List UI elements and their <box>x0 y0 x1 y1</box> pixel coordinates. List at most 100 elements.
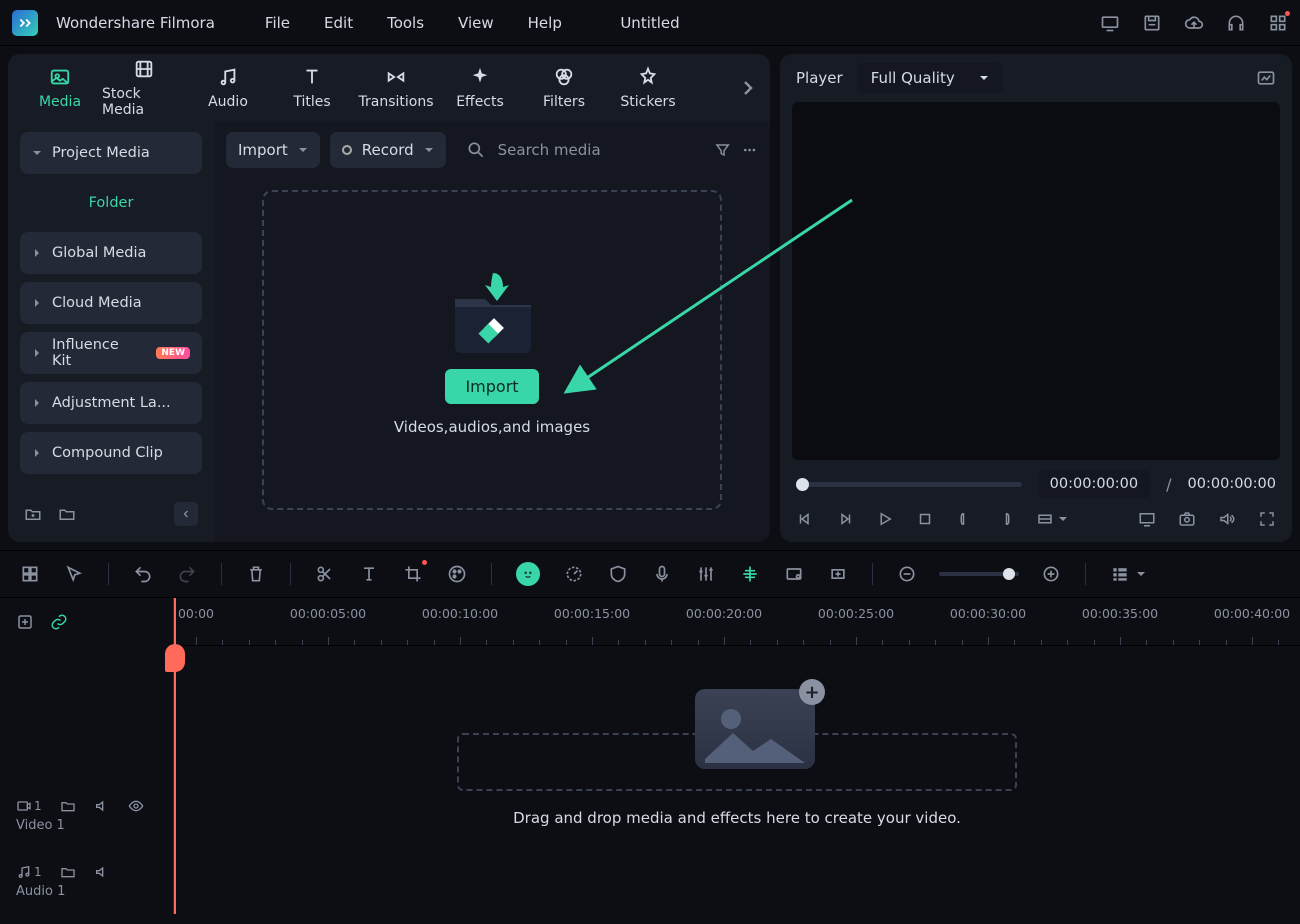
mic-icon[interactable] <box>652 564 672 584</box>
volume-icon[interactable] <box>1218 510 1236 528</box>
zoom-slider[interactable] <box>939 572 1019 576</box>
total-timecode: 00:00:00:00 <box>1188 476 1276 492</box>
delete-icon[interactable] <box>246 564 266 584</box>
import-dropdown[interactable]: Import <box>226 132 320 168</box>
tabs-more-icon[interactable] <box>736 76 760 100</box>
track-view-caret-icon[interactable] <box>1136 569 1146 579</box>
tab-stock-media[interactable]: Stock Media <box>102 58 186 118</box>
split-icon[interactable] <box>315 564 335 584</box>
sidebar-item-project-media[interactable]: Project Media <box>20 132 202 174</box>
library-tabs: Media Stock Media Audio Titles Transitio… <box>8 54 770 122</box>
headphones-icon[interactable] <box>1226 13 1246 33</box>
play-icon[interactable] <box>876 510 894 528</box>
menu-edit[interactable]: Edit <box>324 14 353 32</box>
current-timecode: 00:00:00:00 <box>1038 470 1150 498</box>
search-icon[interactable] <box>466 140 486 160</box>
display-settings-icon[interactable] <box>1256 68 1276 88</box>
folder-icon[interactable] <box>58 505 76 523</box>
shield-icon[interactable] <box>608 564 628 584</box>
display-icon[interactable] <box>1100 13 1120 33</box>
tab-effects[interactable]: Effects <box>438 66 522 110</box>
tab-titles[interactable]: Titles <box>270 66 354 110</box>
quality-dropdown[interactable]: Full Quality <box>857 63 1003 93</box>
render-icon[interactable] <box>784 564 804 584</box>
menu-view[interactable]: View <box>458 14 494 32</box>
track-view-icon[interactable] <box>1110 564 1130 584</box>
layout-icon[interactable] <box>20 564 40 584</box>
next-frame-icon[interactable] <box>836 510 854 528</box>
aspect-icon[interactable] <box>1036 510 1054 528</box>
player-viewport[interactable] <box>792 102 1280 460</box>
crop-icon[interactable] <box>403 564 423 584</box>
player-label: Player <box>796 69 843 87</box>
tab-audio[interactable]: Audio <box>186 66 270 110</box>
sidebar-item-influence-kit[interactable]: Influence Kit NEW <box>20 332 202 374</box>
undo-icon[interactable] <box>133 564 153 584</box>
link-icon[interactable] <box>50 613 68 631</box>
record-dropdown[interactable]: Record <box>330 132 446 168</box>
track-visible-icon[interactable] <box>128 798 144 814</box>
media-toolbar: Import Record <box>226 132 758 168</box>
timeline-canvas[interactable]: Drag and drop media and effects here to … <box>174 646 1300 914</box>
tab-transitions[interactable]: Transitions <box>354 66 438 110</box>
speed-icon[interactable] <box>564 564 584 584</box>
playhead[interactable] <box>174 598 176 914</box>
import-button[interactable]: Import <box>445 369 538 404</box>
menu-help[interactable]: Help <box>528 14 562 32</box>
keyframe-icon[interactable] <box>828 564 848 584</box>
cloud-upload-icon[interactable] <box>1184 13 1204 33</box>
monitor-icon[interactable] <box>1138 510 1156 528</box>
collapse-sidebar-icon[interactable] <box>174 502 198 526</box>
zoom-in-icon[interactable] <box>1041 564 1061 584</box>
filter-icon[interactable] <box>714 140 731 160</box>
ruler-header <box>0 598 174 646</box>
text-icon[interactable] <box>359 564 379 584</box>
stop-icon[interactable] <box>916 510 934 528</box>
snapshot-icon[interactable] <box>1178 510 1196 528</box>
timeline-toolbar <box>0 550 1300 598</box>
apps-icon[interactable] <box>1268 13 1288 33</box>
save-icon[interactable] <box>1142 13 1162 33</box>
sidebar-item-global-media[interactable]: Global Media <box>20 232 202 274</box>
import-drop-zone[interactable]: Import Videos,audios,and images <box>262 190 722 510</box>
seek-slider[interactable] <box>796 482 1022 487</box>
search-field <box>456 140 704 160</box>
sidebar-item-cloud-media[interactable]: Cloud Media <box>20 282 202 324</box>
fullscreen-icon[interactable] <box>1258 510 1276 528</box>
redo-icon[interactable] <box>177 564 197 584</box>
record-icon <box>342 145 352 155</box>
player-panel: Player Full Quality 00:00:00:00 / 00:00:… <box>780 54 1292 542</box>
track-lock-icon[interactable] <box>60 864 76 880</box>
track-lock-icon[interactable] <box>60 798 76 814</box>
mark-out-icon[interactable] <box>996 510 1014 528</box>
ai-assistant-icon[interactable] <box>516 562 540 586</box>
tab-filters[interactable]: Filters <box>522 66 606 110</box>
media-placeholder-icon[interactable] <box>695 689 815 769</box>
add-track-icon[interactable] <box>16 613 34 631</box>
time-ruler[interactable]: 00:0000:00:05:0000:00:10:0000:00:15:0000… <box>174 598 1300 646</box>
more-icon[interactable] <box>741 140 758 160</box>
zoom-out-icon[interactable] <box>897 564 917 584</box>
mixer-icon[interactable] <box>696 564 716 584</box>
tab-media[interactable]: Media <box>18 66 102 110</box>
tab-stickers[interactable]: Stickers <box>606 66 690 110</box>
mark-in-icon[interactable] <box>956 510 974 528</box>
app-name: Wondershare Filmora <box>56 14 215 32</box>
prev-frame-icon[interactable] <box>796 510 814 528</box>
search-input[interactable] <box>496 140 694 160</box>
sidebar-item-adjustment-layer[interactable]: Adjustment La... <box>20 382 202 424</box>
menu-tools[interactable]: Tools <box>387 14 424 32</box>
menu-file[interactable]: File <box>265 14 290 32</box>
track-mute-icon[interactable] <box>94 798 110 814</box>
sidebar-item-compound-clip[interactable]: Compound Clip <box>20 432 202 474</box>
timecode-separator: / <box>1166 475 1171 494</box>
timeline-drop-slot[interactable] <box>457 733 1017 791</box>
track-mute-icon[interactable] <box>94 864 110 880</box>
new-folder-icon[interactable] <box>24 505 42 523</box>
cursor-icon[interactable] <box>64 564 84 584</box>
library-sidebar: Project Media Folder Global Media Cloud … <box>8 122 214 542</box>
color-icon[interactable] <box>447 564 467 584</box>
sidebar-item-folder[interactable]: Folder <box>20 182 202 224</box>
marker-icon[interactable] <box>740 564 760 584</box>
aspect-caret-icon[interactable] <box>1058 514 1068 524</box>
